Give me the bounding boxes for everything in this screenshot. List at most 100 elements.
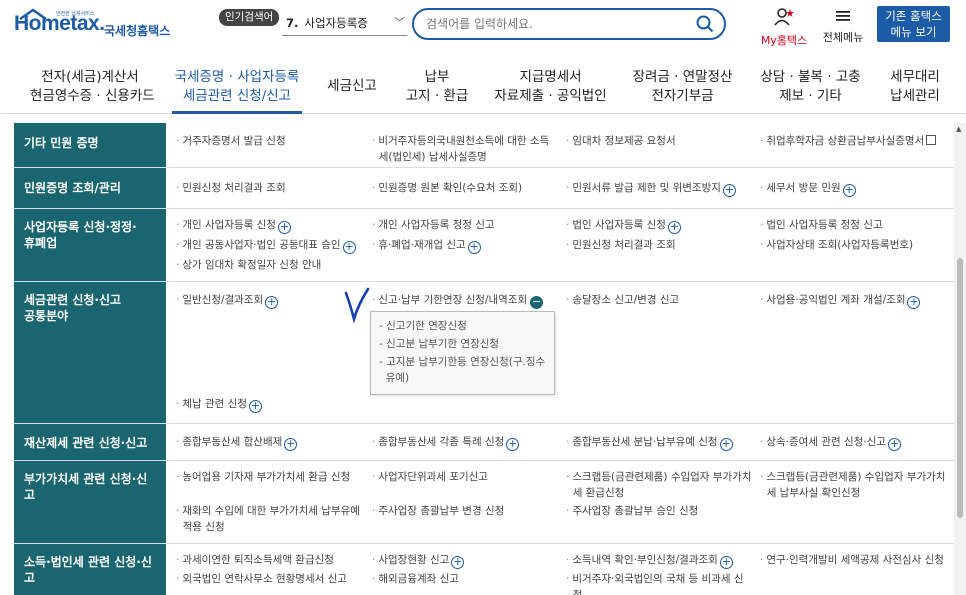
nav-item-tax-return[interactable]: 세금신고 xyxy=(322,77,382,96)
submenu-item[interactable]: - 신고분 납부기한 연장신청 xyxy=(379,336,546,352)
menu-link[interactable]: · 개인 공동사업자·법인 공동대표 승인 + xyxy=(176,237,356,254)
menu-row-tax-common: 세금관련 신청·신고 공통분야 · 일반신청/결과조회 + · 신고·납부 기한연장 신… xyxy=(14,282,954,424)
submenu-item[interactable]: - 고지분 납부기한등 연장신청(구.징수 유예) xyxy=(379,354,546,386)
menu-link[interactable]: · 민원증명 원본 확인(수요처 조회) xyxy=(372,180,522,196)
plus-icon[interactable]: + xyxy=(719,438,733,451)
plus-icon[interactable]: + xyxy=(451,556,465,569)
plus-icon[interactable]: + xyxy=(284,438,298,451)
menu-row-vat: 부가가치세 관련 신청·신고 · 농어업용 기자재 부가가치세 환급 신청 · 사업… xyxy=(14,461,954,544)
nav-line2: 납세관리 xyxy=(890,88,940,104)
plus-icon[interactable]: + xyxy=(887,438,901,451)
vertical-scrollbar[interactable]: ▲ xyxy=(954,123,966,595)
menu-link[interactable]: · 과세이연한 퇴직소득세액 환급신청 xyxy=(176,552,334,568)
plus-icon[interactable]: + xyxy=(265,296,279,309)
nav-line1: 세무대리 xyxy=(890,69,940,85)
menu-link[interactable]: · 법인 사업자등록 신청 + xyxy=(566,217,681,234)
menu-link-expanded[interactable]: · 신고·납부 기한연장 신청/내역조회 − xyxy=(372,292,544,309)
plus-icon[interactable]: + xyxy=(842,184,856,197)
menu-link[interactable]: · 일반신청/결과조회 + xyxy=(176,292,279,309)
scroll-up-arrow-icon[interactable]: ▲ xyxy=(956,125,964,133)
plus-icon[interactable]: + xyxy=(467,241,481,254)
menu-link[interactable]: · 농어업용 기자재 부가가치세 환급 신청 xyxy=(176,469,350,485)
menu-link[interactable]: · 비거주자등의국내원천소득에 대한 소득 세(법인세) 납세사실증명 xyxy=(372,133,549,165)
menu-link[interactable]: · 주사업장 총괄납부 변경 신청 xyxy=(372,503,504,519)
menu-link[interactable]: · 재화의 수입에 대한 부가가치세 납부유예 적용 신청 xyxy=(176,503,360,535)
nav-item-tax-agent[interactable]: 세무대리 납세관리 xyxy=(880,68,950,106)
menu-link[interactable]: · 임대차 정보제공 요청서 xyxy=(566,133,676,149)
scrollbar-thumb[interactable] xyxy=(957,258,963,518)
plus-icon[interactable]: + xyxy=(277,221,291,234)
menu-link[interactable]: · 주사업장 총괄납부 승인 신청 xyxy=(566,503,698,519)
my-hometax-button[interactable]: My홈택스 xyxy=(758,8,810,48)
plus-icon[interactable]: + xyxy=(506,438,520,451)
user-star-icon xyxy=(774,8,794,26)
menu-link[interactable]: · 사업자상태 조회(사업자등록번호) xyxy=(760,237,913,253)
menu-link[interactable]: · 취업후학자금 상환금납부사실증명서 xyxy=(760,133,937,149)
plus-icon[interactable]: + xyxy=(342,241,356,254)
nav-line1: 지급명세서 xyxy=(519,69,582,85)
row-heading: 소득·법인세 관련 신청·신고 xyxy=(14,544,166,595)
menu-link[interactable]: · 민원신청 처리결과 조회 xyxy=(566,237,676,253)
menu-link[interactable]: · 종합부동산세 합산배제 + xyxy=(176,434,298,451)
nav-line2: 제보 · 기타 xyxy=(779,88,842,104)
menu-link[interactable]: · 종합부동산세 각종 특례 신청 + xyxy=(372,434,520,451)
menu-link[interactable]: · 비거주자·외국법인의 국채 등 비과세 신 청 xyxy=(566,571,744,595)
menu-link[interactable]: · 소득내역 확인·부인신청/결과조회 + xyxy=(566,552,733,569)
menu-link[interactable]: · 세무서 방문 민원 + xyxy=(760,180,856,197)
menu-link[interactable]: · 민원신청 처리결과 조회 xyxy=(176,180,286,196)
legacy-menu-button[interactable]: 기존 홈택스 메뉴 보기 xyxy=(877,6,950,42)
menu-row-income-corporate-tax: 소득·법인세 관련 신청·신고 · 과세이연한 퇴직소득세액 환급신청 · 사업장현… xyxy=(14,544,954,595)
menu-row-certificate-inquiry: 민원증명 조회/관리 · 민원신청 처리결과 조회 · 민원증명 원본 확인(수요처… xyxy=(14,168,954,209)
plus-icon[interactable]: + xyxy=(248,400,262,413)
hometax-logo[interactable]: 안전한 납세서비스 Hometax. 국세청홈택스 xyxy=(14,8,174,42)
menu-link[interactable]: · 사업용·공익법인 계좌 개설/조회 + xyxy=(760,292,921,309)
menu-link[interactable]: · 휴·폐업·재개업 신고 + xyxy=(372,237,481,254)
menu-link[interactable]: · 사업자단위과세 포기신고 xyxy=(372,469,488,485)
main-nav: 전자(세금)계산서 현금영수증 · 신용카드 국세증명 · 사업자등록 세금관련… xyxy=(0,62,966,114)
menu-link[interactable]: · 체납 관련 신청 + xyxy=(176,396,262,413)
plus-icon[interactable]: + xyxy=(722,184,736,197)
popular-search-badge: 인기검색어 xyxy=(219,9,280,26)
menu-link[interactable]: · 개인 사업자등록 신청 + xyxy=(176,217,291,234)
nav-line1: 국세증명 · 사업자등록 xyxy=(174,69,300,85)
all-menu-button[interactable]: 전체메뉴 xyxy=(816,8,870,45)
menu-link[interactable]: · 송달장소 신고/변경 신고 xyxy=(566,292,679,308)
menu-link[interactable]: · 사업장현황 신고 + xyxy=(372,552,465,569)
menu-link[interactable]: · 스크랩등(금관련제품) 수입업자 부가가치 세 환급신청 xyxy=(566,469,751,501)
plus-icon[interactable]: + xyxy=(907,296,921,309)
nav-item-e-invoice[interactable]: 전자(세금)계산서 현금영수증 · 신용카드 xyxy=(30,68,155,106)
minus-icon[interactable]: − xyxy=(530,296,544,309)
search-input[interactable] xyxy=(426,15,676,33)
submenu-item[interactable]: - 신고기한 연장신청 xyxy=(379,318,546,334)
nav-item-consult[interactable]: 상담 · 불복 · 고충 제보 · 기타 xyxy=(758,68,863,106)
handwritten-check-mark xyxy=(344,287,370,323)
menu-link[interactable]: · 외국법인 연락사무소 현황명세서 신고 xyxy=(176,571,347,587)
nav-line1: 납부 xyxy=(424,69,450,85)
plus-icon[interactable]: + xyxy=(719,556,733,569)
menu-link[interactable]: · 법인 사업자등록 정정 신고 xyxy=(760,217,883,233)
search-icon[interactable] xyxy=(696,15,714,33)
menu-link[interactable]: · 종합부동산세 분납·납부유예 신청 + xyxy=(566,434,733,451)
nav-item-payment[interactable]: 납부 고지 · 환급 xyxy=(398,68,476,106)
menu-link[interactable]: · 민원서류 발급 제한 및 위변조방지 + xyxy=(566,180,736,197)
menu-row-property-tax: 재산제세 관련 신청·신고 · 종합부동산세 합산배제 + · 종합부동산세 각종 특… xyxy=(14,424,954,461)
nav-item-payment-statement[interactable]: 지급명세서 자료제출 · 공익법인 xyxy=(493,68,608,106)
header: 안전한 납세서비스 Hometax. 국세청홈택스 인기검색어 7. 사업자등록증… xyxy=(0,0,966,50)
menu-link[interactable]: · 상가 임대차 확정일자 신청 안내 xyxy=(176,257,321,273)
nav-line1: 전자(세금)계산서 xyxy=(41,69,139,85)
menu-link[interactable]: · 개인 사업자등록 정정 신고 xyxy=(372,217,495,233)
menu-link[interactable]: · 상속·증여세 관련 신청·신고 + xyxy=(760,434,901,451)
nav-item-certificates[interactable]: 국세증명 · 사업자등록 세금관련 신청/신고 xyxy=(172,68,302,106)
menu-link[interactable]: · 연구·인력개발비 세액공제 사전심사 신청 xyxy=(760,552,944,568)
popular-search-select[interactable]: 7. 사업자등록증 ﹀ xyxy=(282,12,407,36)
row-heading: 민원증명 조회/관리 xyxy=(14,168,166,208)
plus-icon[interactable]: + xyxy=(667,221,681,234)
menu-link[interactable]: · 스크랩등(금관련제품) 수입업자 부가가치 세 납부사실 확인신청 xyxy=(760,469,945,501)
nav-line2: 고지 · 환급 xyxy=(405,88,469,104)
menu-row-other-certificates: 기타 민원 증명 · 거주자증명서 발급 신청 · 비거주자등의국내원천소득에 대한… xyxy=(14,123,954,168)
logo-wordmark: Hometax. xyxy=(14,12,105,35)
menu-link[interactable]: · 거주자증명서 발급 신청 xyxy=(176,133,286,149)
nav-item-incentives[interactable]: 장려금 · 연말정산 전자기부금 xyxy=(625,68,740,106)
search-box xyxy=(412,8,726,40)
menu-link[interactable]: · 해외금융계좌 신고 xyxy=(372,571,459,587)
